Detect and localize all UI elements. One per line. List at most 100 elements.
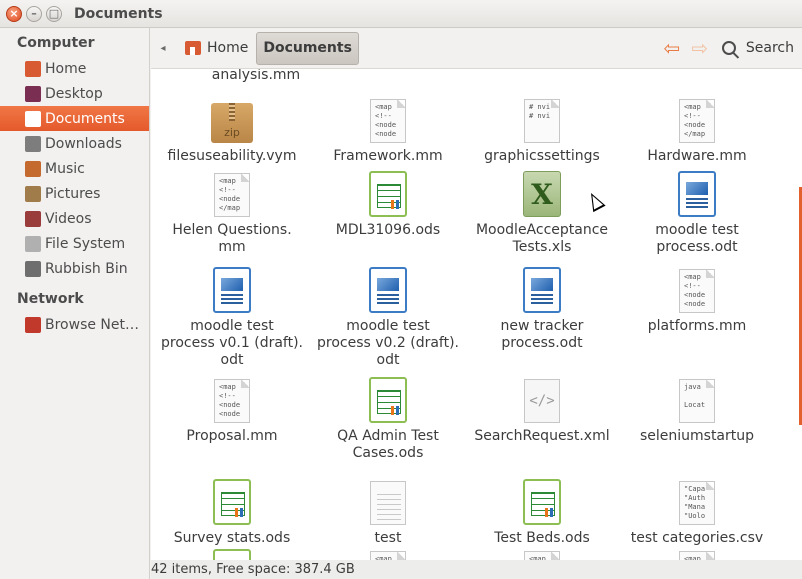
- file-item[interactable]: "Capa "Auth "Mana "Uolo test categories.csv: [622, 477, 772, 547]
- breadcrumb-scroll-left-icon[interactable]: ◂: [153, 34, 173, 62]
- file-item[interactable]: [157, 547, 307, 560]
- close-window-button[interactable]: ×: [6, 5, 22, 22]
- file-item[interactable]: MDL31096.ods: [313, 169, 463, 239]
- file-item[interactable]: <map <!-- <node <node platforms.mm: [622, 265, 772, 335]
- file-preview-line: "Mana: [684, 503, 706, 511]
- window-controls: × – □: [6, 5, 62, 22]
- maximize-window-button[interactable]: □: [46, 5, 62, 22]
- file-preview-line: "Capa: [684, 485, 706, 493]
- file-icon-wrap: [523, 265, 561, 313]
- file-item[interactable]: moodle test process v0.2 (draft). odt: [313, 265, 463, 369]
- sidebar-item-label: File System: [45, 235, 126, 252]
- minimize-window-button[interactable]: –: [26, 5, 42, 22]
- file-item[interactable]: Test Beds.ods: [467, 477, 617, 547]
- back-arrow-icon[interactable]: ⇦: [658, 36, 686, 60]
- file-item[interactable]: <map <!-- <node </map Helen Questions. mm: [157, 169, 307, 256]
- text-file-icon: <map <!-- <node <node: [370, 99, 406, 143]
- sidebar-item-label: Desktop: [45, 85, 103, 102]
- file-preview-line: <map: [375, 103, 392, 111]
- file-preview-line: Locat: [684, 401, 706, 409]
- file-item[interactable]: QA Admin Test Cases.ods: [313, 375, 463, 462]
- file-preview-line: "Auth: [684, 494, 706, 502]
- window-title: Documents: [74, 5, 163, 22]
- sidebar-item-rubbish-bin[interactable]: Rubbish Bin: [0, 256, 149, 281]
- file-preview-line: </map: [219, 204, 241, 212]
- file-item[interactable]: new tracker process.odt: [467, 265, 617, 352]
- file-item[interactable]: Survey stats.ods: [157, 477, 307, 547]
- file-preview-line: # nvi: [529, 103, 551, 111]
- file-item[interactable]: </> SearchRequest.xml: [467, 375, 617, 445]
- breadcrumb-documents[interactable]: Documents: [256, 31, 359, 65]
- file-preview-line: <!--: [375, 112, 392, 120]
- sidebar-heading: Computer: [17, 35, 95, 51]
- documents-folder-icon: [25, 110, 41, 127]
- file-preview-line: <map: [684, 103, 701, 111]
- file-name: filesuseability.vym: [167, 148, 297, 164]
- downloads-folder-icon: [25, 135, 41, 152]
- file-item[interactable]: java Locat seleniumstartup: [622, 375, 772, 445]
- spreadsheet-file-icon: [523, 479, 561, 525]
- home-folder-icon: [25, 60, 41, 77]
- file-item[interactable]: X MoodleAcceptance Tests.xls: [467, 169, 617, 256]
- text-document-file-icon: [213, 267, 251, 313]
- file-item-partial-label[interactable]: analysis.mm: [191, 69, 321, 83]
- file-item[interactable]: # nvi # nvi graphicssettings: [467, 95, 617, 165]
- breadcrumb-home[interactable]: Home: [177, 32, 256, 65]
- file-name: new tracker process.odt: [500, 318, 584, 351]
- file-icon-wrap: [678, 169, 716, 217]
- file-item[interactable]: <map: [467, 547, 617, 560]
- sidebar-item-file-system[interactable]: File System: [0, 231, 149, 256]
- file-item[interactable]: <map: [313, 547, 463, 560]
- status-bar: 42 items, Free space: 387.4 GB: [151, 560, 802, 579]
- sidebar-item-documents[interactable]: Documents: [0, 106, 149, 131]
- file-item[interactable]: moodle test process v0.1 (draft). odt: [157, 265, 307, 369]
- file-preview-line: <map: [219, 177, 236, 185]
- file-view[interactable]: analysis.mm zip filesuseability.vym <map <!…: [151, 69, 802, 560]
- file-item[interactable]: zip filesuseability.vym: [157, 95, 307, 165]
- music-folder-icon: [25, 160, 41, 177]
- file-item[interactable]: <map: [622, 547, 772, 560]
- sidebar-item-home[interactable]: Home: [0, 56, 149, 81]
- file-preview-line: [684, 392, 710, 401]
- breadcrumb-home-label: Home: [207, 40, 249, 56]
- file-icon-wrap: <map <!-- <node <node: [214, 375, 250, 423]
- sidebar-item-label: Pictures: [45, 185, 101, 202]
- sidebar-item-label: Browse Net…: [45, 316, 140, 333]
- sidebar-item-browse-net[interactable]: Browse Net…: [0, 312, 149, 337]
- file-name: Test Beds.ods: [494, 530, 590, 546]
- file-name: MDL31096.ods: [335, 222, 441, 238]
- sidebar-heading: Network: [17, 291, 84, 307]
- file-preview-line: <node: [219, 410, 241, 418]
- sidebar-item-pictures[interactable]: Pictures: [0, 181, 149, 206]
- places-sidebar: Computer Home Desktop Documents Downloads Mus…: [0, 28, 150, 579]
- toolbar-right: ⇦ ⇨ Search: [658, 36, 795, 60]
- file-preview-line: <node: [684, 121, 706, 129]
- sidebar-item-label: Downloads: [45, 135, 122, 152]
- sidebar-item-music[interactable]: Music: [0, 156, 149, 181]
- file-name: test: [374, 530, 402, 546]
- file-name: Hardware.mm: [647, 148, 747, 164]
- search-label: Search: [745, 40, 794, 56]
- sidebar-item-desktop[interactable]: Desktop: [0, 81, 149, 106]
- file-item[interactable]: <map <!-- <node <node Framework.mm: [313, 95, 463, 165]
- desktop-icon: [25, 85, 41, 102]
- file-item[interactable]: moodle test process.odt: [622, 169, 772, 256]
- search-button[interactable]: Search: [721, 40, 794, 56]
- file-preview-line: <node: [684, 300, 706, 308]
- file-item[interactable]: <map <!-- <node </map Hardware.mm: [622, 95, 772, 165]
- file-icon-wrap: <map <!-- <node <node: [370, 95, 406, 143]
- file-name: Proposal.mm: [186, 428, 278, 444]
- sidebar-item-downloads[interactable]: Downloads: [0, 131, 149, 156]
- file-name: QA Admin Test Cases.ods: [337, 428, 439, 461]
- file-item[interactable]: <map <!-- <node <node Proposal.mm: [157, 375, 307, 445]
- file-item[interactable]: test: [313, 477, 463, 547]
- forward-arrow-icon[interactable]: ⇨: [686, 36, 714, 60]
- trash-icon: [25, 260, 41, 277]
- file-icon-wrap: [369, 265, 407, 313]
- file-name: MoodleAcceptance Tests.xls: [475, 222, 609, 255]
- archive-icon-label: zip: [224, 126, 240, 139]
- sidebar-item-videos[interactable]: Videos: [0, 206, 149, 231]
- file-name: moodle test process v0.2 (draft). odt: [316, 318, 460, 368]
- file-preview-line: <node: [375, 130, 397, 138]
- sidebar-item-label: Documents: [45, 110, 125, 127]
